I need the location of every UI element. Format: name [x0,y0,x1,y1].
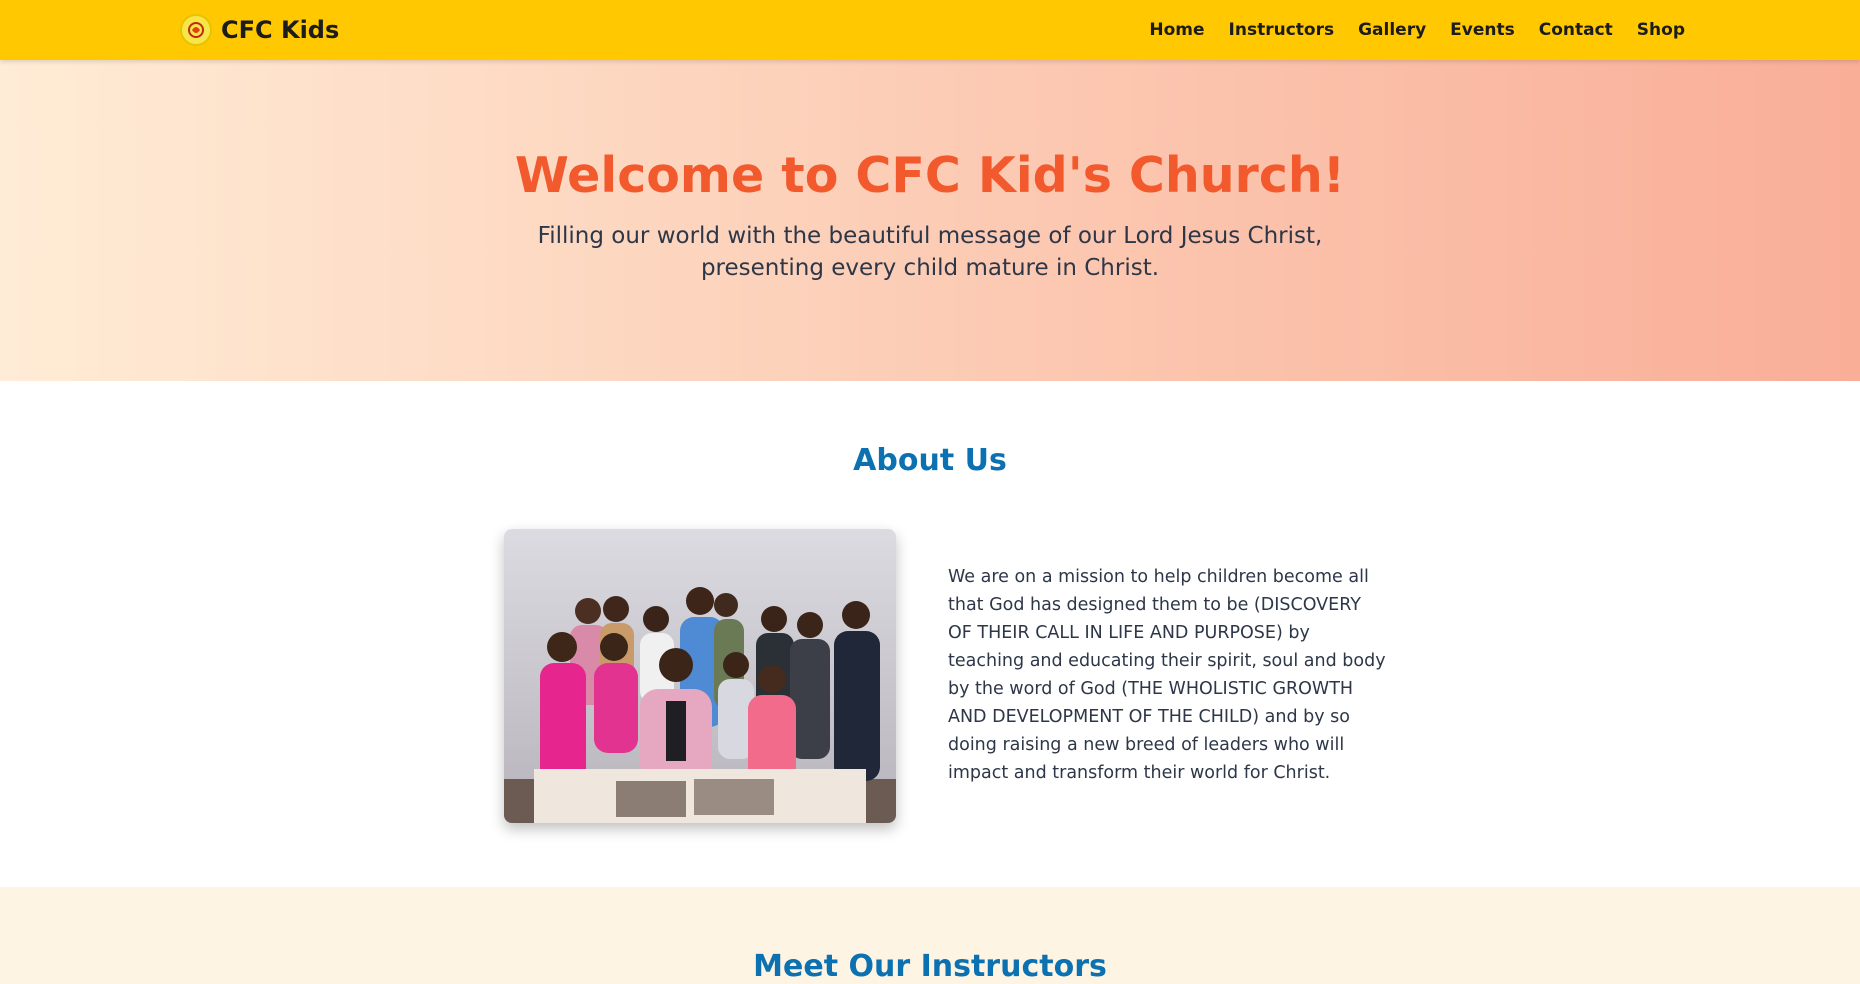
cfc-logo-icon [180,14,212,46]
about-title: About Us [853,443,1007,478]
nav-shop[interactable]: Shop [1637,20,1685,40]
hero-section: Welcome to CFC Kid's Church! Filling our… [0,60,1860,381]
instructors-section: Meet Our Instructors [0,887,1860,984]
instructors-title: Meet Our Instructors [753,949,1107,984]
nav-contact[interactable]: Contact [1539,20,1613,40]
nav-events[interactable]: Events [1450,20,1515,40]
about-section: About Us We are on a mission to help chi… [0,381,1860,887]
nav-gallery[interactable]: Gallery [1358,20,1426,40]
hero-subtitle: Filling our world with the beautiful mes… [537,223,1323,281]
group-photo [504,529,896,823]
hero-title: Welcome to CFC Kid's Church! [514,147,1346,204]
brand-name: CFC Kids [221,16,340,44]
nav-home[interactable]: Home [1149,20,1204,40]
main-nav: Home Instructors Gallery Events Contact … [1149,0,1685,60]
navbar: CFC Kids Home Instructors Gallery Events… [0,0,1860,60]
nav-instructors[interactable]: Instructors [1229,20,1335,40]
brand-link[interactable]: CFC Kids [180,12,339,48]
about-text: We are on a mission to help children bec… [948,567,1386,783]
